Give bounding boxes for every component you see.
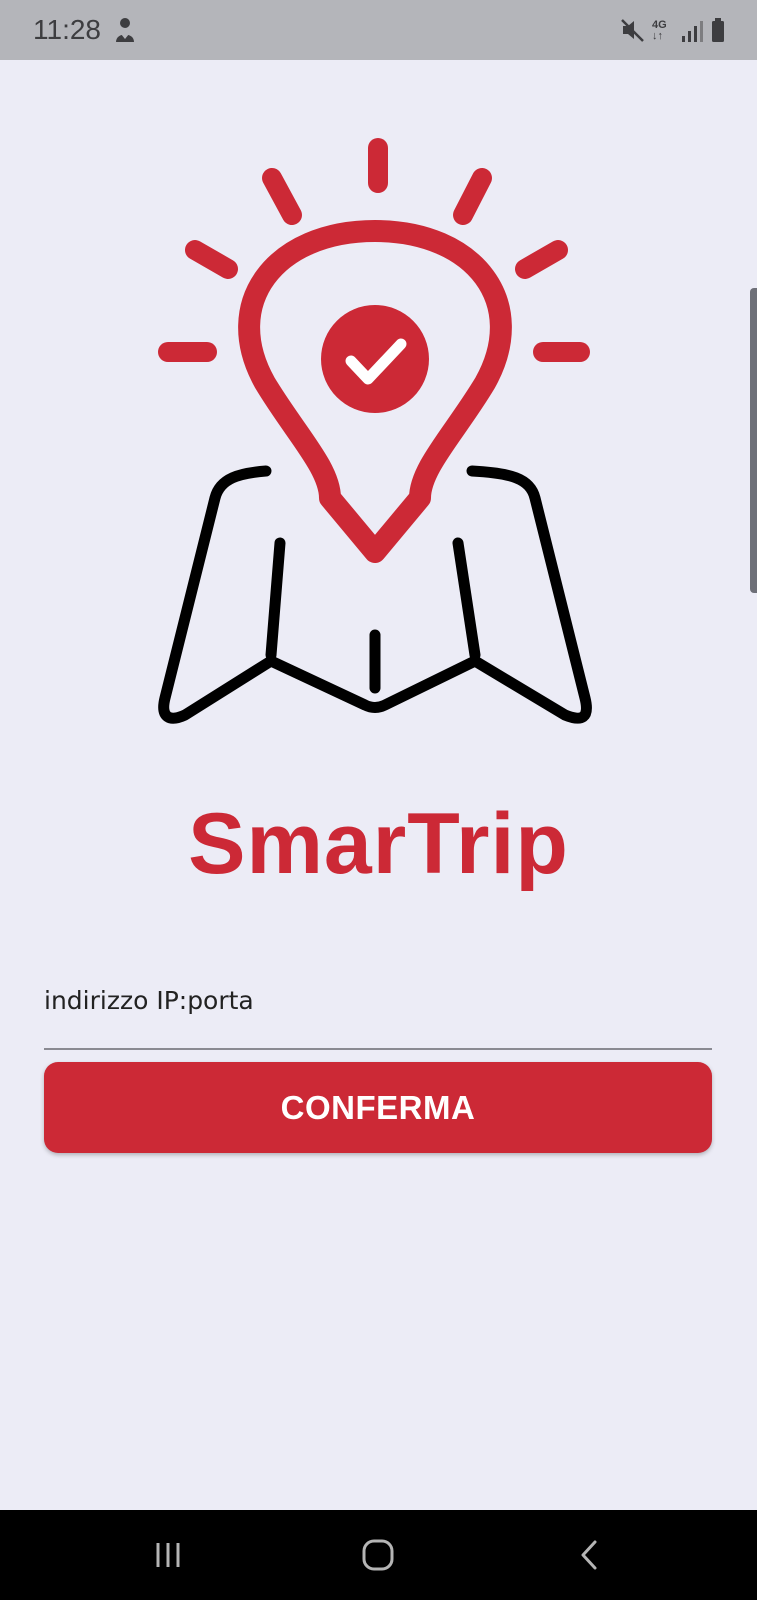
confirm-button[interactable]: CONFERMA xyxy=(44,1062,712,1153)
map-pin-check-icon xyxy=(158,138,592,724)
back-button[interactable] xyxy=(560,1532,620,1578)
network-type: 4G ↓↑ xyxy=(652,20,667,42)
battery-icon xyxy=(710,16,726,49)
home-button[interactable] xyxy=(348,1532,408,1578)
main-content: SmarTrip CONFERMA xyxy=(0,60,757,1510)
signal-icon xyxy=(680,16,704,49)
back-icon xyxy=(581,1540,597,1570)
person-icon xyxy=(112,16,138,49)
data-arrows-icon: ↓↑ xyxy=(652,30,663,42)
ip-port-field[interactable] xyxy=(44,970,712,1050)
scrollbar[interactable] xyxy=(750,288,757,593)
app-title: SmarTrip xyxy=(188,796,569,892)
mute-icon xyxy=(620,16,646,49)
status-bar: 11:28 4G ↓↑ xyxy=(0,0,757,60)
navigation-bar xyxy=(0,1510,757,1600)
status-time: 11:28 xyxy=(33,14,101,45)
recent-apps-icon xyxy=(156,1543,180,1567)
ip-port-input[interactable] xyxy=(44,980,712,1020)
recent-apps-button[interactable] xyxy=(138,1532,198,1578)
home-icon xyxy=(362,1539,394,1571)
